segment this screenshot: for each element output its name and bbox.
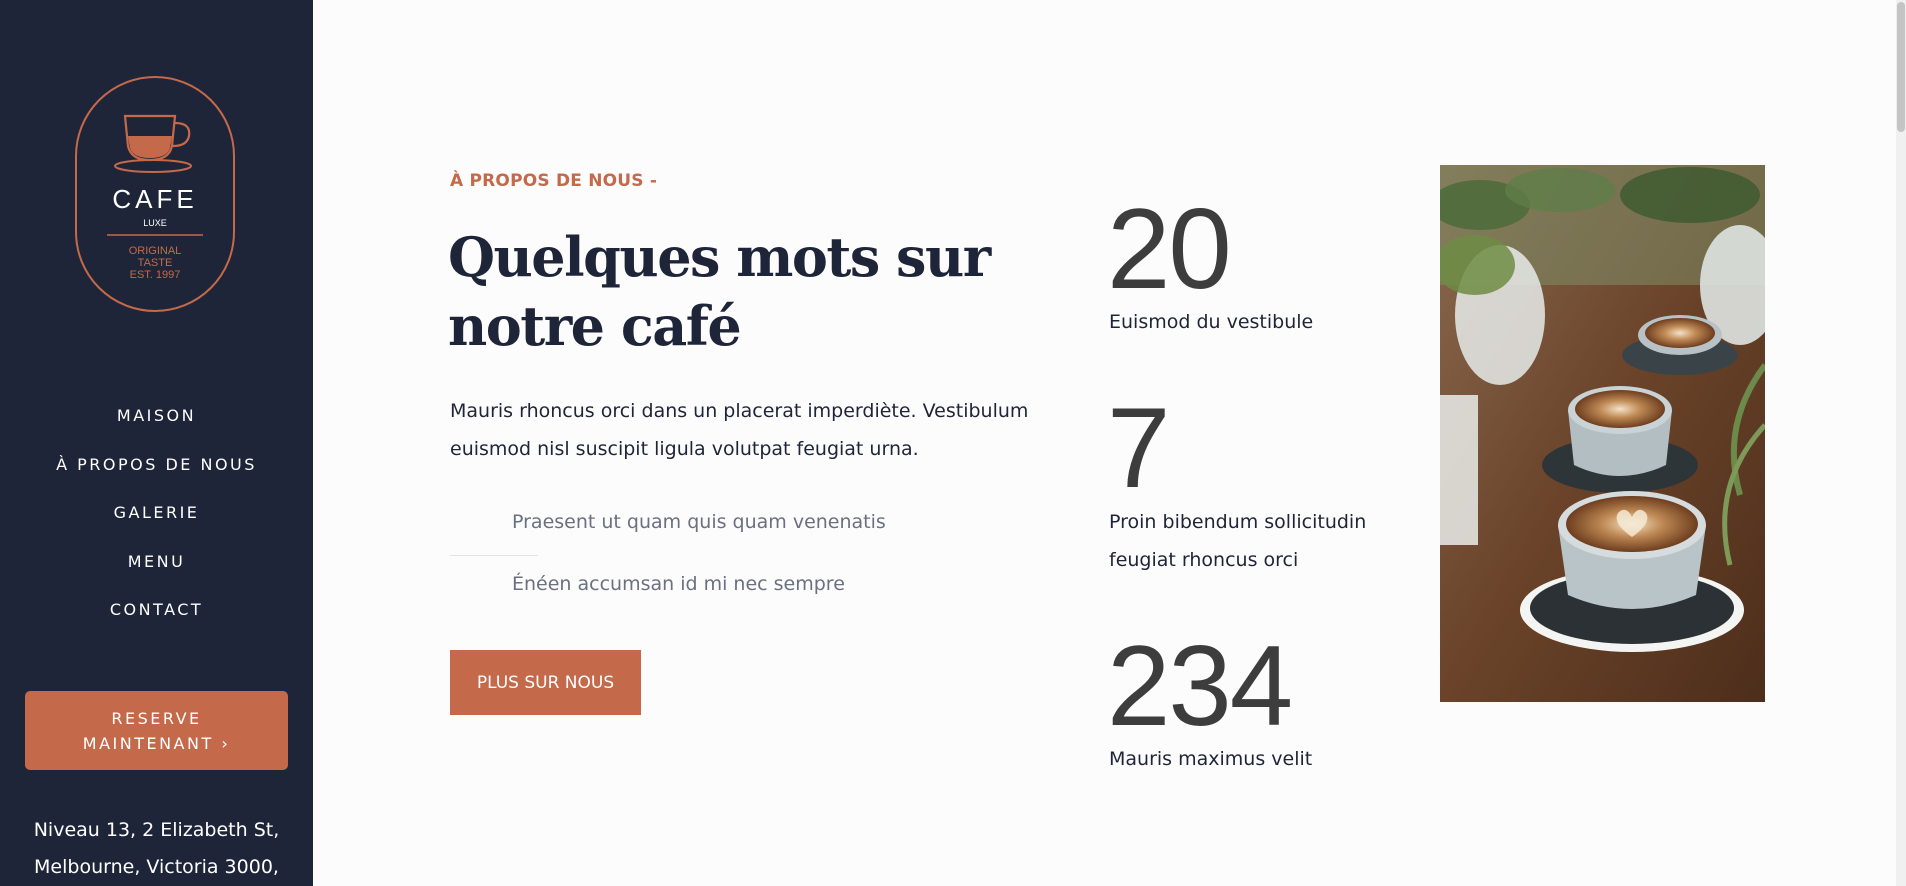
stat-number-1: 20	[1107, 186, 1232, 313]
feature-item-2: Énéen accumsan id mi nec sempre	[512, 573, 845, 595]
feature-divider	[450, 555, 538, 556]
reserve-now-button[interactable]: RESERVE MAINTENANT ›	[25, 691, 288, 770]
section-title-line-2: notre café	[448, 294, 742, 358]
scrollbar-thumb[interactable]	[1897, 2, 1905, 132]
cafe-logo[interactable]: CAFE LUXE ORIGINAL TASTE EST. 1997	[73, 74, 237, 314]
feature-item-1: Praesent ut quam quis quam venenatis	[512, 511, 886, 533]
stat-label-3: Mauris maximus velit	[1109, 748, 1313, 770]
section-eyebrow: À PROPOS DE NOUS -	[450, 171, 658, 191]
scrollbar[interactable]	[1896, 0, 1906, 886]
nav-item-galerie[interactable]: GALERIE	[0, 497, 313, 546]
nav-item-contact[interactable]: CONTACT	[0, 594, 313, 643]
nav-item-maison[interactable]: MAISON	[0, 400, 313, 449]
address-line-1: Niveau 13, 2 Elizabeth St,	[33, 819, 280, 841]
nav-item-menu[interactable]: MENU	[0, 546, 313, 595]
reserve-button-line-2: MAINTENANT ›	[82, 734, 231, 753]
logo-tagline-2: TASTE	[138, 257, 173, 269]
logo-sub-text: LUXE	[143, 218, 167, 228]
intro-paragraph: Mauris rhoncus orci dans un placerat imp…	[450, 400, 1029, 460]
main-nav: MAISON À PROPOS DE NOUS GALERIE MENU CON…	[0, 400, 313, 643]
stat-number-2: 7	[1107, 385, 1170, 512]
section-title-line-1: Quelques mots sur	[448, 225, 991, 289]
about-section: À PROPOS DE NOUS - Quelques mots sur not…	[313, 0, 1906, 886]
coffee-cups-photo	[1440, 165, 1765, 702]
logo-brand-text: CAFE	[112, 184, 197, 214]
logo-tagline-1: ORIGINAL	[129, 245, 182, 257]
sidebar: CAFE LUXE ORIGINAL TASTE EST. 1997 MAISO…	[0, 0, 313, 886]
more-about-us-button[interactable]: PLUS SUR NOUS	[450, 650, 641, 715]
stat-label-2: Proin bibendum sollicitudin feugiat rhon…	[1109, 511, 1367, 571]
address-line-2: Melbourne, Victoria 3000,	[34, 856, 279, 878]
reserve-button-line-1: RESERVE	[111, 709, 202, 728]
logo-tagline-3: EST. 1997	[130, 269, 181, 281]
stat-number-3: 234	[1107, 623, 1293, 750]
section-title: Quelques mots sur notre café	[448, 223, 1008, 361]
stat-label-1: Euismod du vestibule	[1109, 311, 1314, 333]
nav-item-about[interactable]: À PROPOS DE NOUS	[0, 449, 313, 498]
address: Niveau 13, 2 Elizabeth St, Melbourne, Vi…	[0, 812, 313, 886]
